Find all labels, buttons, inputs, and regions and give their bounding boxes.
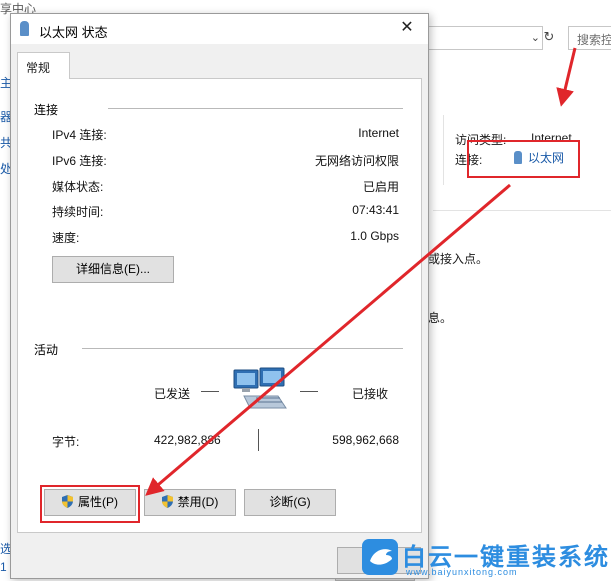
watermark-url: www.baiyunxitong.com: [406, 567, 518, 577]
ethernet-status-dialog: 以太网 状态 ✕ 常规 连接 IPv4 连接: Internet IPv6 连接…: [10, 13, 429, 579]
description-text: 或接入点。: [428, 252, 489, 266]
divider: [82, 348, 403, 349]
activity-group-header: 活动: [34, 343, 59, 357]
dialog-title: 以太网 状态: [39, 25, 108, 40]
general-tab-panel: 连接 IPv4 连接: Internet IPv6 连接: 无网络访问权限 媒体…: [17, 78, 422, 533]
connection-highlight-box: [467, 140, 580, 178]
media-state-value: 已启用: [362, 180, 399, 194]
duration-value: 07:43:41: [352, 203, 399, 217]
network-activity-icon: [233, 367, 287, 409]
properties-highlight-box: [40, 485, 140, 523]
uac-shield-icon: [161, 495, 173, 508]
search-input[interactable]: 搜索控: [568, 26, 611, 50]
connection-group-header: 连接: [34, 103, 59, 117]
diagnose-button[interactable]: 诊断(G): [244, 489, 336, 516]
details-button[interactable]: 详细信息(E)...: [52, 256, 174, 283]
divider: [258, 429, 259, 451]
divider: [443, 115, 444, 185]
close-icon[interactable]: ✕: [386, 14, 428, 44]
address-bar[interactable]: ⌄: [425, 26, 543, 50]
ipv6-value: 无网络访问权限: [314, 154, 399, 168]
watermark-logo: 白云一键重装系统 www.baiyunxitong.com: [356, 537, 611, 581]
divider: [300, 391, 318, 392]
media-state-label: 媒体状态:: [52, 180, 104, 194]
disable-button[interactable]: 禁用(D): [144, 489, 236, 516]
speed-value: 1.0 Gbps: [350, 229, 399, 243]
description-text: 息。: [428, 311, 453, 325]
divider: [108, 108, 403, 109]
ipv4-value: Internet: [358, 126, 399, 140]
speed-label: 速度:: [52, 231, 80, 245]
divider: [201, 391, 219, 392]
tab-general[interactable]: 常规: [17, 52, 70, 79]
ipv6-label: IPv6 连接:: [52, 154, 107, 168]
divider: [433, 210, 611, 211]
ethernet-plug-icon: [20, 21, 29, 36]
chevron-down-icon[interactable]: ⌄: [531, 31, 540, 44]
bytes-received-value: 598,962,668: [332, 433, 399, 447]
sent-label: 已发送: [154, 387, 191, 401]
disable-label[interactable]: 禁用(D): [178, 495, 219, 509]
ipv4-label: IPv4 连接:: [52, 128, 107, 142]
duration-label: 持续时间:: [52, 205, 104, 219]
refresh-icon[interactable]: ↻: [540, 26, 558, 50]
bytes-sent-value: 422,982,886: [154, 433, 221, 447]
dialog-titlebar[interactable]: 以太网 状态 ✕: [11, 14, 428, 44]
received-label: 已接收: [352, 387, 389, 401]
bird-logo-icon: [362, 539, 398, 575]
bytes-label: 字节:: [52, 435, 80, 449]
